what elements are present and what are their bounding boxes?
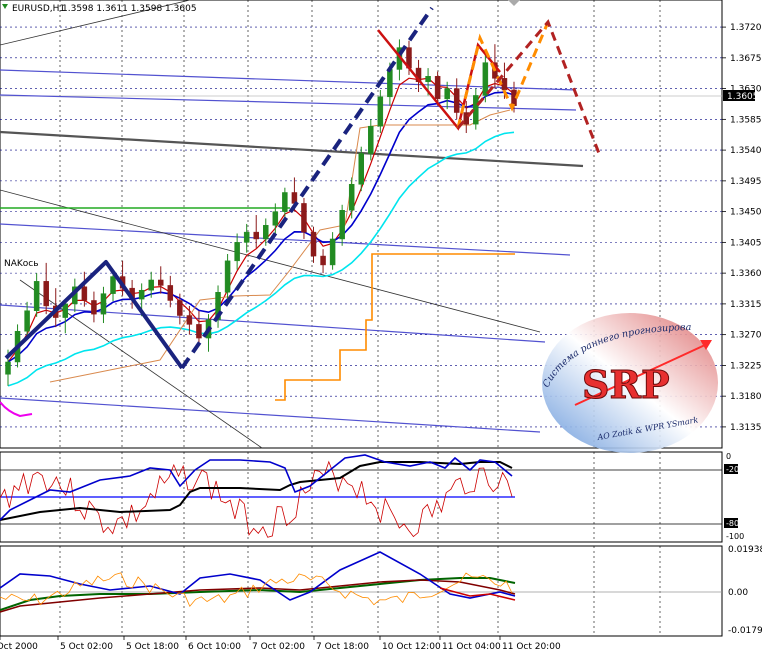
price-tick-label: 1.3405 <box>730 238 762 248</box>
candle-body <box>167 285 174 301</box>
candle-body <box>110 276 116 294</box>
candle-body <box>301 203 307 233</box>
candle-body <box>272 211 279 226</box>
momentum-tick-label: -0.01797 <box>728 626 762 636</box>
momentum-panel <box>0 545 723 637</box>
candle-body <box>473 95 479 125</box>
candle-body <box>368 125 374 154</box>
price-tick-label: 1.3585 <box>730 115 762 125</box>
current-price: 1.3605 <box>727 92 759 102</box>
candle-body <box>43 281 49 307</box>
price-tick-label: 1.3360 <box>730 269 762 279</box>
candle-body <box>453 88 460 113</box>
chart-window: 1.3720 1.3675 1.3630 1.3585 1.3540 1.3495 1.34… <box>0 0 762 654</box>
osc-level-label: -20 <box>726 465 739 474</box>
candle-body <box>177 300 183 316</box>
time-tick-label: 11 Oct 20:00 <box>502 642 561 652</box>
candle-body <box>377 96 384 127</box>
candle-body <box>434 76 441 100</box>
time-tick-label: 7 Oct 18:00 <box>316 642 369 652</box>
time-tick-label: 10 Oct 12:00 <box>382 642 441 652</box>
candle-body <box>263 225 269 240</box>
candle-body <box>310 231 317 257</box>
candle-body <box>243 231 250 243</box>
momentum-tick-label: 0.00 <box>728 588 748 598</box>
chart-annotation: NAKось <box>4 259 39 269</box>
candle-body <box>425 76 431 83</box>
price-tick-label: 1.3270 <box>730 331 762 341</box>
candle-body <box>196 324 202 339</box>
time-tick-label: 5 Oct 02:00 <box>60 642 113 652</box>
candle-body <box>33 281 40 311</box>
time-tick-label: 5 Oct 18:00 <box>126 642 179 652</box>
candle-body <box>482 62 489 96</box>
candle-body <box>329 238 336 266</box>
candle-body <box>358 153 364 185</box>
price-tick-label: 1.3225 <box>730 361 762 371</box>
candle-body <box>186 315 193 325</box>
time-tick-label: 11 Oct 04:00 <box>442 642 501 652</box>
osc-level-label: -100 <box>726 532 744 541</box>
chart-canvas: 1.37201.36751.36301.35851.35401.34951.34… <box>0 0 762 652</box>
quote-values: 1.3598 1.3611 1.3598 1.3605 <box>62 4 197 14</box>
candle-body <box>444 88 450 100</box>
candle-body <box>24 310 30 332</box>
price-tick-label: 1.3450 <box>730 208 762 218</box>
candle-body <box>138 289 145 300</box>
price-tick-label: 1.3675 <box>730 54 762 64</box>
candle-body <box>81 286 88 301</box>
time-tick-label: 4 Oct 2000 <box>0 642 38 652</box>
price-tick-label: 1.3180 <box>730 392 762 402</box>
candle-body <box>339 210 345 240</box>
time-tick-label: 6 Oct 10:00 <box>188 642 241 652</box>
logo-acronym: SRP <box>582 362 670 407</box>
candle-body <box>387 69 393 98</box>
momentum-tick-label: 0.01938 <box>728 545 762 555</box>
candle-body <box>148 279 154 291</box>
candle-body <box>320 255 326 266</box>
symbol-label: EURUSD,H1 <box>12 4 65 14</box>
price-tick-label: 1.3720 <box>730 23 762 33</box>
osc-level-label: -80 <box>726 519 739 528</box>
candle-body <box>91 300 97 315</box>
candle-body <box>501 78 508 91</box>
candle-body <box>253 231 259 240</box>
candle-body <box>5 361 11 375</box>
price-tick-label: 1.3135 <box>730 423 762 433</box>
candle-body <box>224 260 231 293</box>
osc-level-label: 0 <box>726 452 731 461</box>
price-tick-label: 1.3495 <box>730 177 762 187</box>
candle-body <box>158 279 164 286</box>
candle-body <box>282 192 288 212</box>
price-tick-label: 1.3540 <box>730 146 762 156</box>
candle-body <box>100 293 107 315</box>
candle-body <box>348 184 355 211</box>
candle-body <box>62 303 69 318</box>
price-tick-label: 1.3315 <box>730 300 762 310</box>
candle-body <box>234 242 240 262</box>
time-tick-label: 7 Oct 02:00 <box>252 642 305 652</box>
